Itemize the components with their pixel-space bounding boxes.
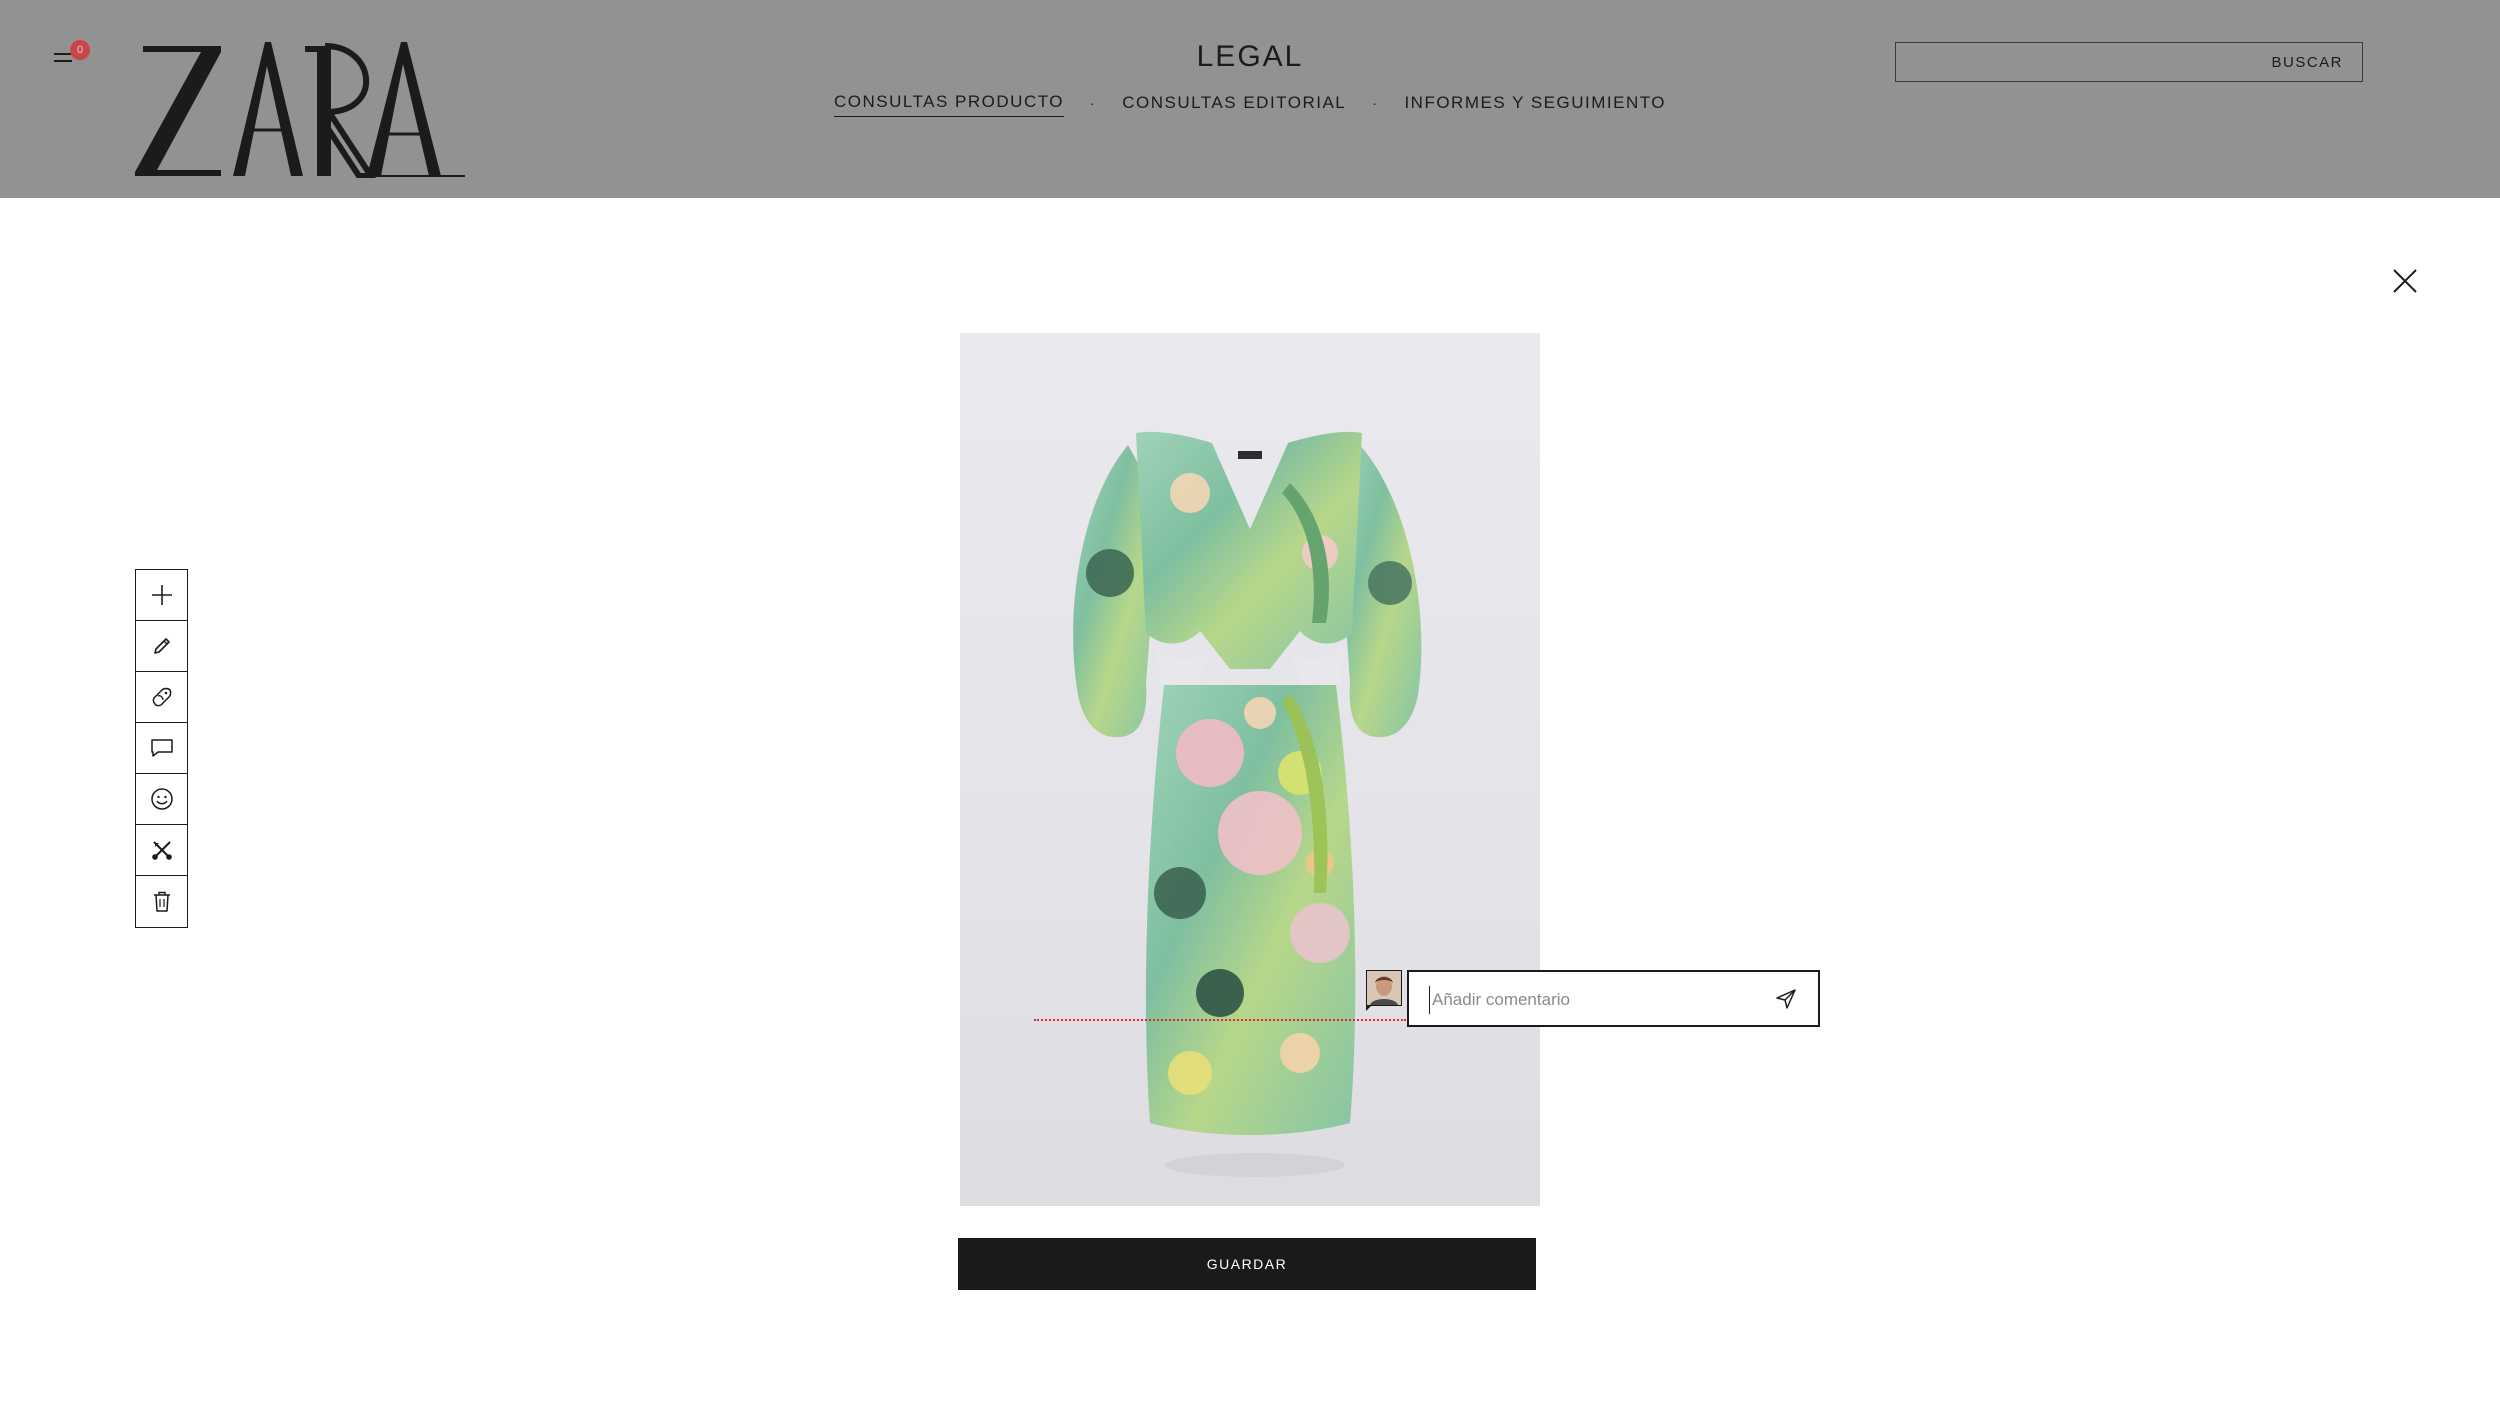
user-avatar xyxy=(1366,970,1402,1006)
smiley-icon xyxy=(150,788,173,810)
menu-icon xyxy=(54,53,72,55)
search-input[interactable] xyxy=(1906,43,2240,83)
close-icon xyxy=(2393,269,2417,293)
close-button[interactable] xyxy=(2392,268,2418,294)
draw-tool-button[interactable] xyxy=(136,621,187,672)
plus-icon xyxy=(151,585,172,605)
comment-guide-line xyxy=(1034,1019,1406,1021)
dress-illustration xyxy=(1073,431,1422,1177)
nav-separator: · xyxy=(1372,94,1379,111)
top-header: 0 LEGAL CONSULTAS PRODUCTO · CONSULTAS E… xyxy=(0,0,2500,198)
menu-icon-bar xyxy=(54,60,72,62)
search-button[interactable]: BUSCAR xyxy=(2271,54,2343,71)
search-box: BUSCAR xyxy=(1895,42,2363,83)
product-image[interactable] xyxy=(960,333,1540,1206)
tag-tool-button[interactable] xyxy=(136,672,187,723)
zara-logo[interactable] xyxy=(135,38,465,178)
emoji-tool-button[interactable] xyxy=(136,774,187,825)
comment-box xyxy=(1407,970,1820,1027)
cart-count-badge: 0 xyxy=(70,40,90,60)
avatar-pointer xyxy=(1366,1005,1372,1011)
nav-separator: · xyxy=(1090,94,1097,111)
nav-link-consultas-producto[interactable]: CONSULTAS PRODUCTO xyxy=(833,92,1065,117)
comment-icon xyxy=(150,739,173,757)
pencil-icon xyxy=(153,638,170,654)
comment-input[interactable] xyxy=(1429,986,1754,1014)
cut-tool-button[interactable] xyxy=(136,825,187,876)
comment-tool-button[interactable] xyxy=(136,723,187,774)
nav-link-informes-seguimiento[interactable]: INFORMES Y SEGUIMIENTO xyxy=(1404,93,1666,117)
zara-logo-mark xyxy=(135,42,465,178)
scissors-icon xyxy=(151,841,172,860)
annotation-toolbar xyxy=(135,569,188,928)
trash-icon xyxy=(153,891,170,912)
tag-icon xyxy=(152,687,171,707)
send-comment-button[interactable] xyxy=(1774,987,1798,1011)
section-nav: CONSULTAS PRODUCTO · CONSULTAS EDITORIAL… xyxy=(833,92,1665,117)
save-button[interactable]: GUARDAR xyxy=(958,1238,1536,1290)
delete-tool-button[interactable] xyxy=(136,876,187,927)
section-title: LEGAL xyxy=(1196,40,1304,73)
user-avatar-icon xyxy=(1367,971,1401,1005)
send-icon xyxy=(1776,989,1796,1009)
add-tool-button[interactable] xyxy=(136,570,187,621)
nav-link-consultas-editorial[interactable]: CONSULTAS EDITORIAL xyxy=(1122,93,1346,117)
